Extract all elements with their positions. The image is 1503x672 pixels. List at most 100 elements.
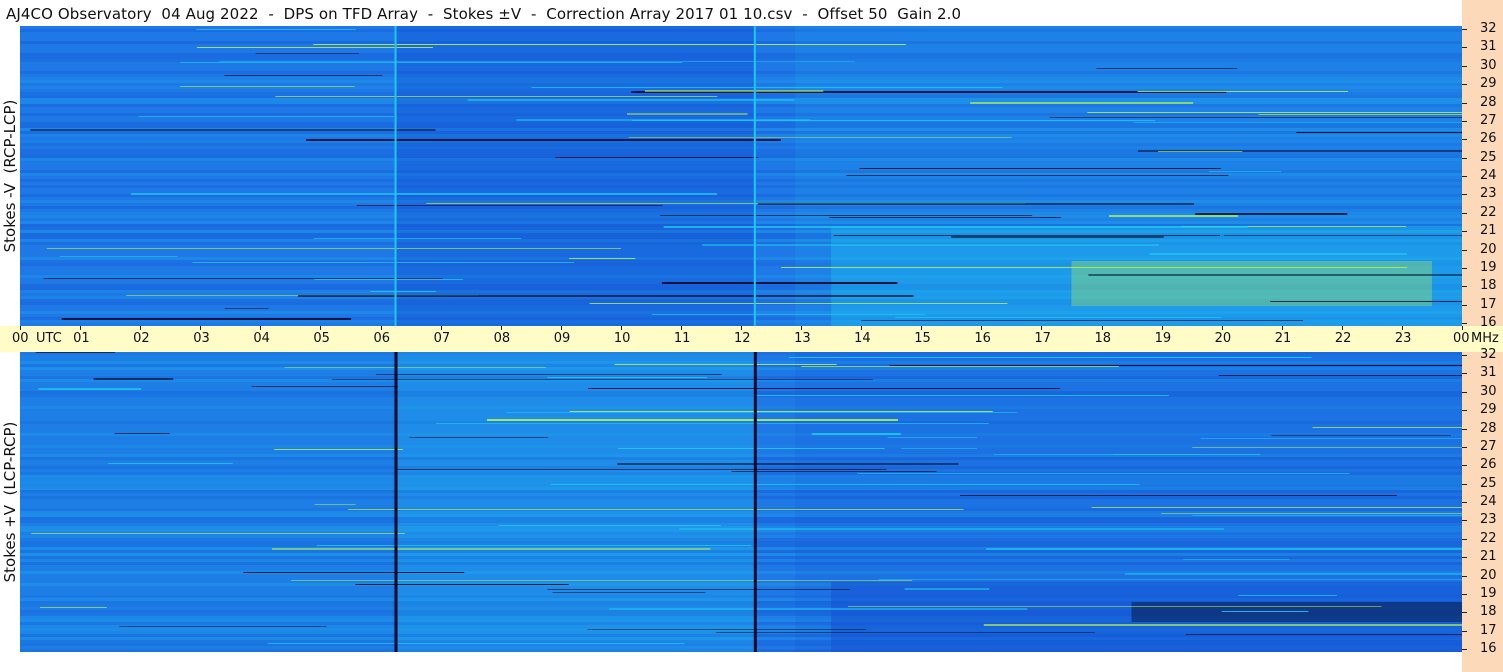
time-tick-label: 02 [133, 331, 150, 346]
interference-streak [889, 365, 1462, 366]
time-tick-label: 12 [734, 331, 751, 346]
interference-streak [1223, 235, 1462, 236]
interference-streak [43, 278, 443, 279]
interference-streak [138, 116, 394, 117]
interference-streak [547, 589, 850, 590]
freq-tick-label: 20 [1480, 241, 1497, 257]
interference-streak [272, 548, 711, 550]
interference-streak [314, 279, 464, 280]
spectrogram-top-stokes-minus-v [20, 26, 1462, 326]
interference-streak [506, 412, 1018, 413]
time-tick-label: 03 [193, 331, 210, 346]
time-tick [1341, 326, 1343, 330]
freq-tick-label: 24 [1480, 494, 1497, 509]
freq-tick [1462, 84, 1467, 86]
time-zone [395, 352, 755, 652]
interference-streak [895, 317, 1222, 318]
interference-streak [180, 62, 683, 63]
time-tick-label: 00 [1453, 331, 1470, 346]
time-tick-label: 08 [493, 331, 511, 346]
time-tick-label: 01 [73, 331, 90, 346]
time-tick-label: 20 [1214, 331, 1232, 346]
freq-tick-label: 29 [1480, 76, 1497, 92]
freq-tick [1462, 157, 1467, 159]
interference-streak [1238, 595, 1337, 596]
time-tick-label: 11 [673, 331, 691, 346]
time-tick [20, 326, 21, 330]
freq-tick [1462, 29, 1467, 30]
time-tick-label: 23 [1394, 331, 1412, 346]
freq-tick [1462, 649, 1467, 650]
time-tick-label: 16 [974, 331, 991, 346]
interference-streak [114, 433, 170, 434]
time-tick-label: 17 [1034, 331, 1051, 346]
freq-tick [1462, 502, 1467, 503]
freq-tick-label: 27 [1480, 112, 1497, 128]
interference-streak [332, 379, 873, 380]
interference-streak [781, 267, 1408, 268]
interference-streak [960, 495, 1397, 496]
freq-tick [1462, 267, 1467, 269]
time-tick-label: 05 [313, 331, 330, 346]
time-tick [140, 326, 142, 330]
freq-tick-label: 26 [1480, 457, 1497, 473]
interference-streak [861, 320, 1303, 321]
interference-streak [1183, 559, 1290, 560]
freq-tick-label: 24 [1480, 168, 1497, 183]
freq-tick-label: 18 [1480, 604, 1497, 620]
time-axis: 00 01 02 03 04 05 06 07 08 09 10 11 12 13 14 15 16 17 18 19… [0, 326, 1470, 352]
marker-line [753, 352, 757, 652]
time-tick [1041, 326, 1043, 330]
interference-streak [255, 53, 359, 54]
interference-streak [1124, 573, 1462, 575]
time-tick-label: 21 [1274, 331, 1292, 346]
interference-streak [355, 584, 569, 585]
time-tick-label: 15 [914, 331, 931, 346]
freq-tick-label: 31 [1480, 365, 1497, 381]
freq-tick [1462, 373, 1467, 375]
interference-streak [983, 624, 1462, 626]
freq-tick [1462, 249, 1467, 251]
interference-streak [1080, 265, 1395, 266]
y-axis-label-top: Stokes -V (RCP-LCP) [1, 99, 19, 253]
freq-tick-label: 17 [1480, 296, 1497, 312]
interference-streak [631, 120, 1156, 121]
interference-streak [59, 256, 178, 257]
spectrogram-bottom-stokes-plus-v [20, 352, 1462, 652]
interference-streak [829, 217, 1061, 218]
interference-streak [986, 548, 1462, 550]
interference-streak [243, 572, 465, 573]
interference-streak [1195, 213, 1348, 215]
utc-label: UTC [36, 331, 62, 346]
time-tick [440, 326, 442, 330]
interference-streak [531, 87, 1003, 88]
interference-streak [1133, 122, 1462, 123]
interference-streak [569, 258, 636, 259]
interference-streak [587, 629, 867, 630]
interference-streak [1192, 515, 1462, 516]
freq-tick-label: 27 [1480, 438, 1497, 454]
freq-tick [1462, 630, 1467, 632]
interference-streak [30, 129, 436, 131]
interference-streak [196, 47, 434, 48]
interference-streak [1208, 171, 1282, 172]
interference-streak [291, 580, 913, 581]
interference-streak [298, 295, 914, 297]
interference-streak [811, 433, 901, 435]
time-tick [380, 326, 382, 330]
freq-tick [1462, 446, 1467, 448]
time-tick-label: 10 [613, 331, 631, 346]
freq-tick [1462, 483, 1467, 485]
time-tick [560, 326, 562, 330]
interference-streak [757, 203, 1195, 205]
interference-streak [467, 99, 795, 101]
spectrogram-bottom-svg [20, 352, 1462, 652]
interference-streak [1087, 112, 1462, 113]
interference-streak [1137, 91, 1349, 92]
interference-streak [569, 411, 993, 412]
time-tick [1161, 326, 1163, 330]
time-tick [1221, 326, 1223, 330]
freq-tick [1462, 612, 1467, 614]
interference-streak [348, 509, 964, 510]
time-tick [320, 326, 322, 330]
